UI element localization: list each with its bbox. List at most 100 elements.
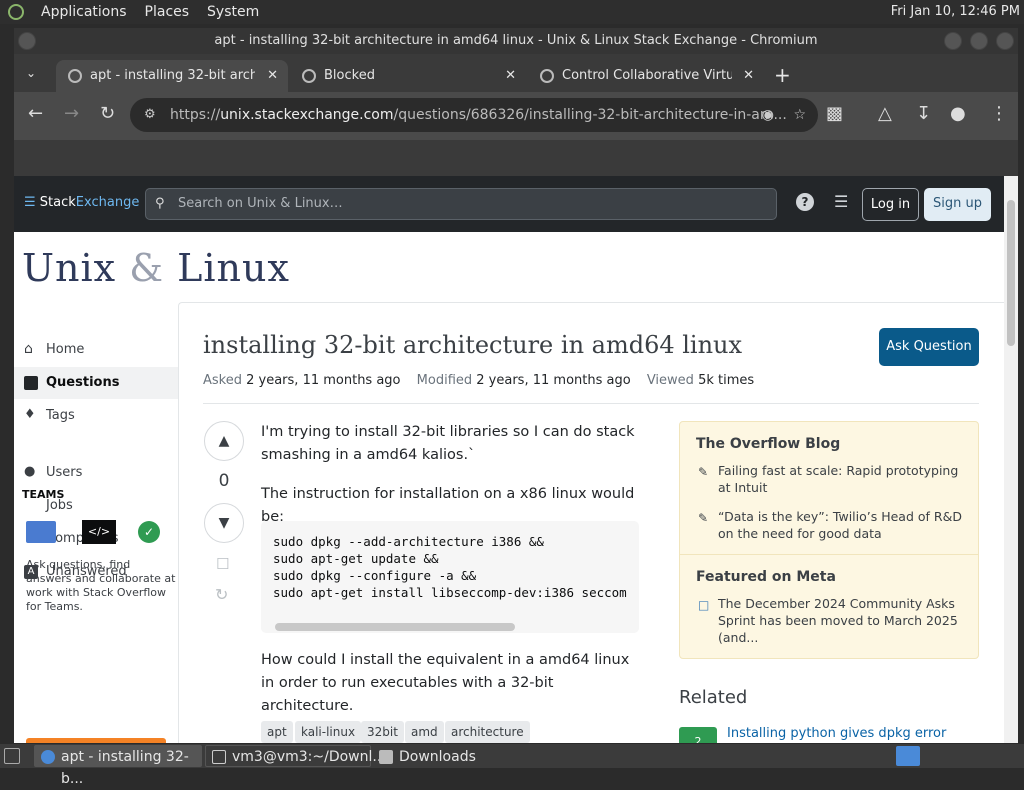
ask-question-button[interactable]: Ask Question — [879, 328, 979, 366]
profile-avatar-icon[interactable]: ● — [950, 104, 966, 124]
taskbar-label: vm3@vm3:~/Downl... — [232, 749, 386, 765]
browser-window: apt - installing 32-bit architecture in … — [14, 28, 1018, 743]
tag-apt[interactable]: apt — [261, 721, 293, 743]
nav-tags[interactable]: ♦ Tags — [14, 400, 178, 432]
blog-heading: The Overflow Blog — [696, 436, 841, 452]
main-content: installing 32-bit architecture in amd64 … — [178, 302, 1004, 743]
window-titlebar[interactable]: apt - installing 32-bit architecture in … — [14, 28, 1018, 54]
blog-item-text: Failing fast at scale: Rapid prototyping… — [718, 463, 959, 495]
os-logo-icon[interactable] — [8, 4, 24, 20]
nav-users[interactable]: ● Users — [14, 457, 178, 489]
question-meta: Asked 2 years, 11 months ago Modified 2 … — [203, 373, 766, 388]
search-icon: ⚲ — [155, 196, 165, 211]
taskbar-item-chromium[interactable]: apt - installing 32-b... — [34, 745, 202, 787]
nav-label: Home — [46, 342, 85, 357]
tag-kali-linux[interactable]: kali-linux — [295, 721, 362, 743]
tag-32bit[interactable]: 32bit — [361, 721, 404, 743]
chromium-icon — [41, 750, 55, 764]
code-text: sudo dpkg --add-architecture i386 && sud… — [273, 534, 627, 600]
window-title: apt - installing 32-bit architecture in … — [214, 33, 818, 48]
menu-applications[interactable]: Applications — [32, 4, 136, 20]
code-block[interactable]: sudo dpkg --add-architecture i386 && sud… — [261, 521, 639, 633]
upvote-button[interactable]: ▲ — [204, 421, 244, 461]
page-scrollbar[interactable] — [1004, 176, 1018, 743]
code-scrollbar[interactable] — [275, 623, 515, 631]
bookmark-icon[interactable]: ☐ — [216, 555, 229, 573]
tab-search-chevron-icon[interactable]: ⌄ — [26, 66, 36, 80]
back-arrow-icon[interactable]: ← — [28, 104, 43, 124]
teams-heading: TEAMS — [22, 488, 65, 501]
site-title-logo[interactable]: Unix & Linux — [22, 246, 290, 290]
menu-kebab-icon[interactable]: ⋮ — [990, 104, 1008, 124]
labs-flask-icon[interactable]: △ — [878, 104, 892, 124]
teams-description: Ask questions, find answers and collabor… — [26, 558, 176, 613]
question-body: I'm trying to install 32-bit libraries s… — [261, 421, 641, 529]
tab-blocked[interactable]: Blocked ✕ — [290, 60, 526, 92]
window-menu-button[interactable] — [18, 32, 36, 50]
asked-value: 2 years, 11 months ago — [246, 373, 401, 388]
site-title-right: Linux — [177, 246, 290, 290]
star-icon[interactable]: ☆ — [793, 98, 806, 132]
meta-item[interactable]: □ The December 2024 Community Asks Sprin… — [680, 595, 978, 646]
menu-system[interactable]: System — [198, 4, 268, 20]
site-switcher-icon[interactable]: ☰ — [834, 192, 848, 211]
globe-icon — [302, 69, 316, 83]
download-icon[interactable]: ↧ — [916, 104, 931, 124]
tag-amd[interactable]: amd — [405, 721, 444, 743]
minimize-button[interactable] — [944, 32, 962, 50]
related-link[interactable]: Installing python gives dpkg error — [727, 726, 946, 741]
teams-cta-button[interactable] — [26, 738, 166, 743]
tab-label: Blocked — [324, 68, 375, 83]
tab-active[interactable]: apt - installing 32-bit architecture in … — [56, 60, 288, 92]
pencil-icon: ✎ — [698, 511, 709, 525]
teams-code-icon: </> — [82, 520, 116, 544]
tab-close-icon[interactable]: ✕ — [267, 60, 278, 92]
modified-value[interactable]: 2 years, 11 months ago — [476, 373, 630, 388]
asked-label: Asked — [203, 373, 242, 388]
menu-places[interactable]: Places — [136, 4, 199, 20]
tab-close-icon[interactable]: ✕ — [743, 60, 754, 92]
url-host: unix.stackexchange.com — [220, 107, 394, 123]
taskbar-item-downloads[interactable]: Downloads — [372, 745, 532, 767]
se-search-input[interactable]: ⚲ Search on Unix & Linux… — [145, 188, 777, 220]
blog-item[interactable]: ✎ “Data is the key”: Twilio’s Head of R&… — [680, 508, 978, 542]
workspace-switcher-icon[interactable] — [896, 746, 920, 766]
question-paragraph: How could I install the equivalent in a … — [261, 652, 630, 714]
scrollbar-thumb[interactable] — [1007, 200, 1015, 346]
help-icon[interactable]: ? — [796, 193, 814, 211]
chat-bubble-icon: □ — [698, 598, 710, 612]
nav-home[interactable]: ⌂ Home — [14, 334, 178, 366]
nav-questions[interactable]: Questions — [14, 367, 178, 399]
tab-label: apt - installing 32-bit architecture in … — [90, 68, 255, 83]
extensions-puzzle-icon[interactable]: ▩ — [826, 104, 843, 124]
blog-item[interactable]: ✎ Failing fast at scale: Rapid prototypi… — [680, 462, 978, 496]
nav-label: Users — [46, 465, 83, 480]
downvote-button[interactable]: ▼ — [204, 503, 244, 543]
history-icon[interactable]: ↻ — [215, 585, 228, 604]
show-desktop-icon[interactable] — [4, 748, 20, 764]
eye-slash-icon[interactable]: ◉ — [762, 98, 774, 132]
site-info-icon[interactable]: ⚙ — [144, 98, 156, 132]
question-title[interactable]: installing 32-bit architecture in amd64 … — [203, 331, 742, 359]
tag-architecture[interactable]: architecture — [445, 721, 530, 743]
taskbar-item-terminal[interactable]: vm3@vm3:~/Downl... — [205, 745, 386, 767]
stackexchange-logo[interactable]: ☰ StackExchange — [24, 195, 139, 210]
address-bar[interactable]: ⚙ https://unix.stackexchange.com/questio… — [130, 98, 818, 132]
teams-chat-icon — [26, 521, 56, 543]
tab-control[interactable]: Control Collaborative Virtual ✕ — [528, 60, 764, 92]
search-placeholder: Search on Unix & Linux… — [178, 196, 343, 211]
logo-stack: Stack — [39, 195, 76, 210]
new-tab-plus-icon[interactable]: + — [774, 63, 791, 87]
forward-arrow-icon[interactable]: → — [64, 104, 79, 124]
tag-icon: ♦ — [24, 407, 36, 422]
signup-button[interactable]: Sign up — [924, 188, 991, 221]
close-window-button[interactable] — [996, 32, 1014, 50]
maximize-button[interactable] — [970, 32, 988, 50]
users-icon: ● — [24, 464, 36, 479]
login-button[interactable]: Log in — [862, 188, 919, 221]
question-paragraph: I'm trying to install 32-bit libraries s… — [261, 424, 635, 463]
tab-close-icon[interactable]: ✕ — [505, 60, 516, 92]
reload-icon[interactable]: ↻ — [100, 104, 115, 124]
meta-item-text: The December 2024 Community Asks Sprint … — [718, 596, 958, 645]
clock[interactable]: Fri Jan 10, 12:46 PM — [891, 4, 1020, 19]
